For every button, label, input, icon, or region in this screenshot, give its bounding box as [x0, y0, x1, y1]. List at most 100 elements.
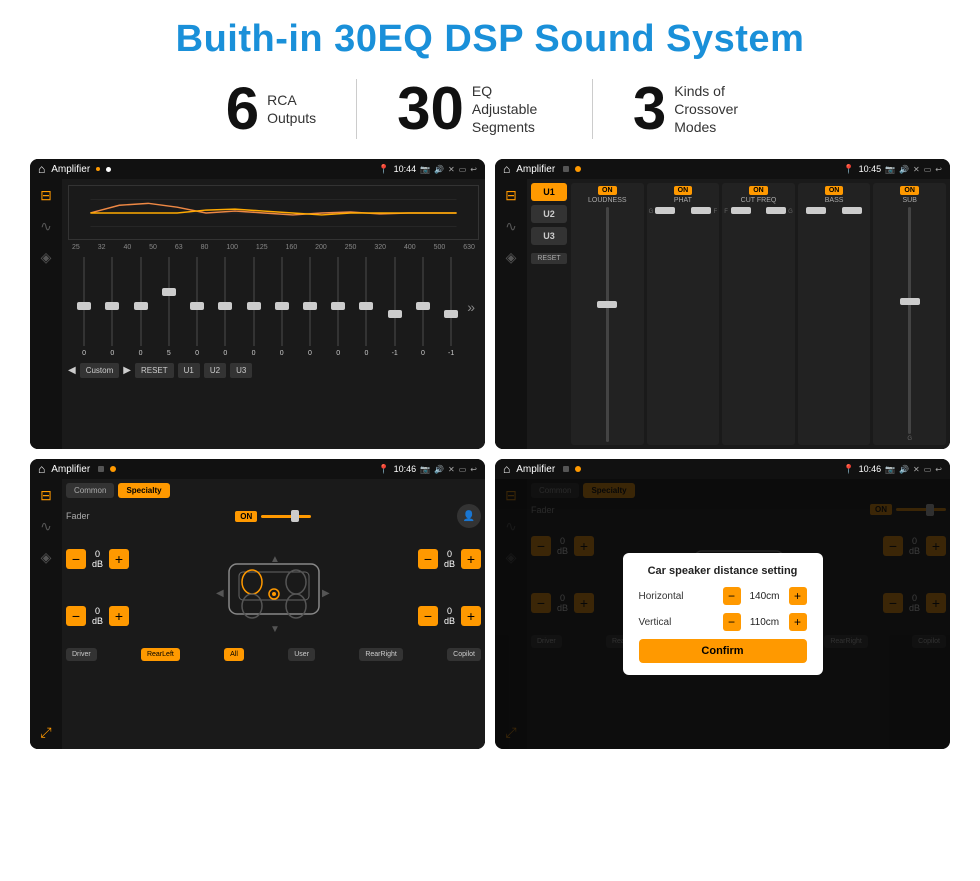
fader-content: ⊟ ∿ ◈ ⤢ Common Specialty Fader ON: [30, 479, 485, 749]
fader-user-icon[interactable]: 👤: [457, 504, 481, 528]
vertical-plus-btn[interactable]: +: [789, 613, 807, 631]
slider-track-3[interactable]: [140, 257, 142, 346]
back-icon: ↩: [470, 165, 477, 174]
btn-all[interactable]: All: [224, 648, 244, 661]
dialog-location-icon: 📍: [843, 464, 854, 475]
vol-icon: 🔊: [434, 165, 444, 174]
crossover-status-right: 📍 10:45 📷 🔊 ✕ ▭ ↩: [843, 164, 942, 175]
fader-side-icons: ⊟ ∿ ◈ ⤢: [30, 479, 62, 749]
slider-col-5: 0: [185, 257, 209, 357]
crossover-main: U1 U2 U3 RESET ON LOUDNESS: [527, 179, 950, 449]
tab-common[interactable]: Common: [66, 483, 114, 498]
fader-dot: [110, 466, 116, 472]
eq-time: 10:44: [394, 164, 417, 174]
left-vols: − 0 dB + − 0 dB +: [66, 534, 129, 644]
eq-u1-btn[interactable]: U1: [178, 363, 200, 378]
preset-reset-col: U1 U2 U3 RESET: [531, 183, 567, 445]
btn-rearright[interactable]: RearRight: [359, 648, 403, 661]
screenshots-grid: ⌂ Amplifier 📍 10:44 📷 🔊 ✕ ▭ ↩: [30, 159, 950, 749]
loudness-slider[interactable]: [573, 207, 642, 442]
freq-50: 50: [149, 244, 157, 251]
slider-track-2[interactable]: [111, 257, 113, 346]
vol-fl-val: 0 dB: [92, 549, 103, 569]
eq-reset-btn[interactable]: RESET: [135, 363, 174, 378]
slider-track-7[interactable]: [253, 257, 255, 346]
horizontal-minus-btn[interactable]: −: [723, 587, 741, 605]
ctrl-sub: ON SUB G: [873, 183, 946, 445]
btn-rearleft[interactable]: RearLeft: [141, 648, 180, 661]
slider-track-6[interactable]: [224, 257, 226, 346]
dialog-screen-icon: ▭: [924, 465, 932, 474]
location-icon: 📍: [378, 164, 389, 175]
horizontal-plus-btn[interactable]: +: [789, 587, 807, 605]
freq-630: 630: [463, 244, 475, 251]
vol-fl-plus[interactable]: +: [109, 549, 129, 569]
freq-40: 40: [123, 244, 131, 251]
fader-vol-icon: 🔊: [434, 465, 444, 474]
tab-specialty[interactable]: Specialty: [118, 483, 169, 498]
eq-sliders-icon[interactable]: ⊟: [40, 187, 52, 204]
preset-u3[interactable]: U3: [531, 227, 567, 245]
slider-track-1[interactable]: [83, 257, 85, 346]
sub-slider[interactable]: [875, 207, 944, 434]
slider-col-12: -1: [383, 257, 407, 357]
eq-u2-btn[interactable]: U2: [204, 363, 226, 378]
crossover-wave-icon[interactable]: ∿: [505, 218, 517, 235]
vol-rl-minus[interactable]: −: [66, 606, 86, 626]
fader-speaker-icon[interactable]: ◈: [41, 549, 52, 566]
crossover-eq-icon[interactable]: ⊟: [505, 187, 517, 204]
slider-track-4[interactable]: [168, 257, 170, 346]
fader-eq-icon[interactable]: ⊟: [40, 487, 52, 504]
vol-rr-plus[interactable]: +: [461, 606, 481, 626]
dialog-rec: [563, 466, 569, 472]
dialog-vol-icon: 🔊: [899, 465, 909, 474]
btn-copilot[interactable]: Copilot: [447, 648, 481, 661]
eq-speaker-icon[interactable]: ◈: [41, 249, 52, 266]
crossover-speaker-icon[interactable]: ◈: [506, 249, 517, 266]
phat-label: PHAT: [674, 197, 692, 204]
crossover-reset-btn[interactable]: RESET: [531, 253, 567, 264]
slider-track-14[interactable]: [450, 257, 452, 346]
eq-graph-svg: [69, 186, 478, 239]
slider-track-13[interactable]: [422, 257, 424, 346]
slider-track-11[interactable]: [365, 257, 367, 346]
freq-80: 80: [201, 244, 209, 251]
vertical-minus-btn[interactable]: −: [723, 613, 741, 631]
vol-row-rl: − 0 dB +: [66, 606, 129, 626]
fader-status-bar: ⌂ Amplifier 📍 10:46 📷 🔊 ✕ ▭ ↩: [30, 459, 485, 479]
vol-rr-minus[interactable]: −: [418, 606, 438, 626]
eq-next-btn[interactable]: ▶: [123, 365, 131, 376]
ctrl-loudness: ON LOUDNESS: [571, 183, 644, 445]
fader-expand-icon[interactable]: ⤢: [40, 724, 51, 741]
vol-fr-minus[interactable]: −: [418, 549, 438, 569]
btn-user[interactable]: User: [288, 648, 315, 661]
eq-expand-icon[interactable]: »: [467, 299, 475, 315]
slider-track-5[interactable]: [196, 257, 198, 346]
confirm-button[interactable]: Confirm: [639, 639, 807, 663]
eq-wave-icon[interactable]: ∿: [40, 218, 52, 235]
slider-track-12[interactable]: [394, 257, 396, 346]
slider-track-8[interactable]: [281, 257, 283, 346]
slider-col-8: 0: [270, 257, 294, 357]
vol-fr-plus[interactable]: +: [461, 549, 481, 569]
preset-u2[interactable]: U2: [531, 205, 567, 223]
slider-track-10[interactable]: [337, 257, 339, 346]
freq-125: 125: [256, 244, 268, 251]
vol-rl-plus[interactable]: +: [109, 606, 129, 626]
fader-header: Fader ON 👤: [66, 504, 481, 528]
eq-prev-btn[interactable]: ◀: [68, 365, 76, 376]
vol-fl-minus[interactable]: −: [66, 549, 86, 569]
slider-col-14: -1: [439, 257, 463, 357]
crossover-controls: ON LOUDNESS ON PHAT: [571, 183, 946, 445]
fader-wave-icon[interactable]: ∿: [40, 518, 52, 535]
dialog-screen-title: Amplifier: [516, 464, 555, 475]
btn-driver[interactable]: Driver: [66, 648, 97, 661]
slider-track-9[interactable]: [309, 257, 311, 346]
eq-u3-btn[interactable]: U3: [230, 363, 252, 378]
fader-slider[interactable]: [261, 515, 311, 518]
preset-u1[interactable]: U1: [531, 183, 567, 201]
eq-sliders-row: 0 0 0 5: [68, 257, 479, 357]
fader-on-badge: ON: [235, 511, 257, 522]
fader-camera-icon: 📷: [420, 465, 430, 474]
cutfreq-label: CUT FREQ: [741, 197, 777, 204]
